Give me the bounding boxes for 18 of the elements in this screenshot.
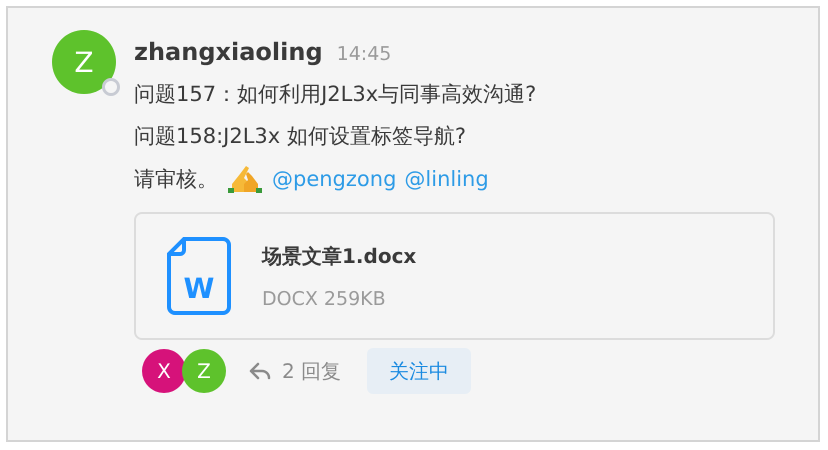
reply-icon (248, 361, 272, 381)
author-name: zhangxiaoling (134, 38, 323, 66)
message-text: 请审核。 (134, 166, 218, 193)
mention-link[interactable]: @linling (404, 167, 489, 191)
mention-link[interactable]: @pengzong (272, 167, 396, 191)
participant-avatar: Z (182, 349, 226, 393)
participant-avatar: X (142, 349, 186, 393)
document-icon: W (166, 236, 232, 316)
message-text: 问题157：如何利用J2L3x与同事高效沟通? (134, 81, 536, 108)
message-text: 问题158:J2L3x 如何设置标签导航? (134, 123, 466, 150)
user-avatar: Z (52, 30, 116, 94)
attachment-card[interactable]: W 场景文章1.docx DOCX 259KB (134, 212, 775, 340)
file-name: 场景文章1.docx (262, 242, 416, 270)
hands-icon (226, 164, 264, 194)
following-button[interactable]: 关注中 (367, 348, 472, 394)
message-time: 14:45 (336, 43, 392, 65)
reply-count[interactable]: 2 回复 (282, 358, 342, 384)
file-meta: DOCX 259KB (262, 288, 387, 310)
